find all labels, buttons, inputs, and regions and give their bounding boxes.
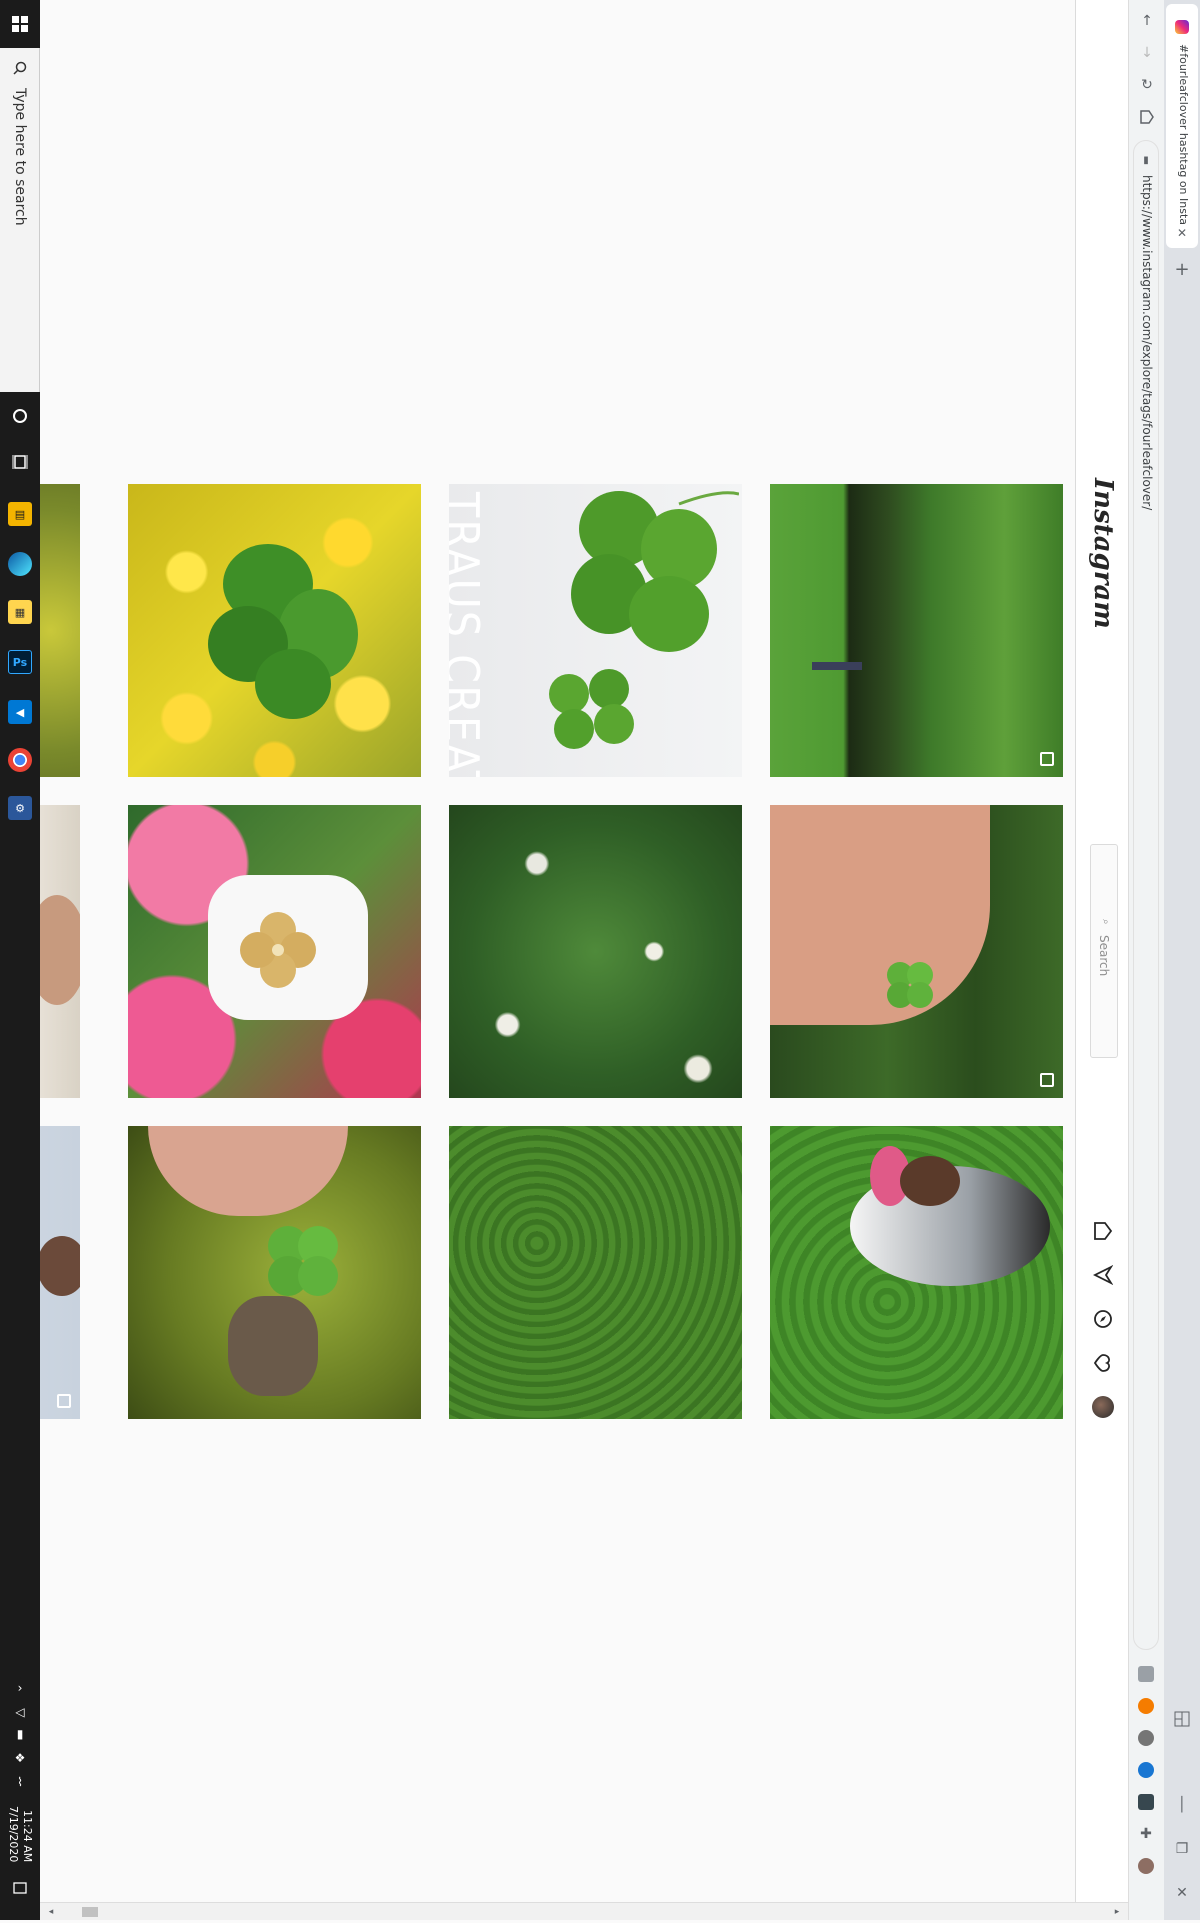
post-thumbnail[interactable] <box>40 484 80 777</box>
instagram-page: TRAUS CREATIVE <box>40 0 1075 1902</box>
back-arrow-icon[interactable]: ↑ <box>1136 10 1158 32</box>
tab-layout-icon[interactable] <box>1171 1708 1193 1730</box>
extension-g-icon[interactable] <box>1138 1666 1154 1682</box>
vscode-icon[interactable]: ◀ <box>8 700 32 724</box>
chrome-icon[interactable] <box>8 748 32 772</box>
search-placeholder: Search <box>1097 935 1111 977</box>
profile-avatar[interactable] <box>1092 1396 1114 1418</box>
chevron-up-icon[interactable]: › <box>8 1676 32 1700</box>
search-input[interactable]: ⌕ Search <box>1090 844 1118 1058</box>
extension-circle-icon[interactable] <box>1138 1730 1154 1746</box>
cortana-icon[interactable] <box>8 404 32 428</box>
post-thumbnail[interactable] <box>128 484 421 777</box>
notes-icon[interactable]: ▦ <box>8 600 32 624</box>
tab-title: #fourleafclover hashtag on Insta <box>1177 44 1190 226</box>
network-icon[interactable]: ⌇ <box>8 1770 32 1794</box>
post-thumbnail[interactable] <box>449 1126 742 1419</box>
edge-icon[interactable] <box>8 552 32 576</box>
home-icon[interactable] <box>1092 1220 1114 1242</box>
post-thumbnail[interactable] <box>770 484 1063 777</box>
post-thumbnail[interactable] <box>449 805 742 1098</box>
browser-toolbar: ↑ ↓ ↻ ▮ https://www.instagram.com/explor… <box>1128 0 1164 1920</box>
instagram-favicon <box>1171 16 1193 38</box>
watermark-text: TRAUS CREATIVE <box>449 492 489 777</box>
instagram-logo[interactable]: Instagram <box>1088 478 1118 629</box>
restore-icon[interactable]: ❐ <box>1171 1838 1193 1860</box>
dropbox-icon[interactable]: ❖ <box>8 1746 32 1770</box>
windows-start-icon[interactable] <box>8 12 32 36</box>
taskbar-clock-time[interactable]: 11:24 AM <box>21 1810 34 1862</box>
address-bar-url: https://www.instagram.com/explore/tags/f… <box>1140 175 1154 511</box>
forward-arrow-icon[interactable]: ↓ <box>1136 42 1158 64</box>
taskbar-search-placeholder: Type here to search <box>12 88 28 226</box>
search-icon <box>8 56 32 80</box>
file-explorer-icon[interactable]: ▤ <box>8 502 32 526</box>
close-tab-icon[interactable]: ✕ <box>1171 222 1193 244</box>
post-thumbnail[interactable]: TRAUS CREATIVE <box>449 484 742 777</box>
reload-icon[interactable]: ↻ <box>1136 74 1158 96</box>
browser-tab-strip: #fourleafclover hashtag on Insta ✕ + │ ❐… <box>1164 0 1200 1920</box>
post-thumbnail[interactable] <box>40 1126 80 1419</box>
photoshop-icon[interactable]: Ps <box>8 650 32 674</box>
post-thumbnail[interactable] <box>770 805 1063 1098</box>
heart-icon[interactable] <box>1092 1352 1114 1374</box>
post-thumbnail[interactable] <box>128 805 421 1098</box>
home-page-icon[interactable] <box>1136 106 1158 128</box>
minimize-icon[interactable]: │ <box>1171 1794 1193 1816</box>
multi-post-icon <box>57 1394 71 1408</box>
horizontal-scrollbar[interactable]: ◂ ▸ <box>40 1902 1128 1920</box>
browser-profile-avatar[interactable] <box>1138 1858 1154 1874</box>
volume-icon[interactable]: ◁ <box>8 1700 32 1724</box>
address-bar[interactable]: ▮ https://www.instagram.com/explore/tags… <box>1133 140 1159 1650</box>
taskbar-search-box[interactable]: Type here to search <box>0 48 40 392</box>
post-thumbnail[interactable] <box>40 805 80 1098</box>
instagram-nav-bar: Instagram ⌕ Search <box>1075 0 1128 1902</box>
direct-message-icon[interactable] <box>1092 1264 1114 1286</box>
extension-blue-icon[interactable] <box>1138 1762 1154 1778</box>
scrollbar-thumb[interactable] <box>82 1907 98 1917</box>
close-window-icon[interactable]: ✕ <box>1171 1882 1193 1904</box>
settings-app-icon[interactable]: ⚙ <box>8 796 32 820</box>
task-view-icon[interactable] <box>8 450 32 474</box>
explore-icon[interactable] <box>1092 1308 1114 1330</box>
multi-post-icon <box>1040 752 1054 766</box>
taskbar-clock-date[interactable]: 7/19/2020 <box>7 1806 20 1862</box>
windows-taskbar: Type here to search ▤ ▦ Ps ◀ ⚙ › ◁ ▮ ❖ ⌇… <box>0 0 40 1920</box>
post-thumbnail[interactable] <box>770 1126 1063 1419</box>
search-icon: ⌕ <box>1100 919 1111 925</box>
battery-icon[interactable]: ▮ <box>8 1722 32 1746</box>
extension-orange-icon[interactable] <box>1138 1698 1154 1714</box>
lock-icon: ▮ <box>1143 154 1149 166</box>
multi-post-icon <box>1040 1073 1054 1087</box>
extension-dark-icon[interactable] <box>1138 1794 1154 1810</box>
post-thumbnail[interactable] <box>128 1126 421 1419</box>
notification-icon[interactable] <box>8 1876 32 1900</box>
extensions-puzzle-icon[interactable]: ✚ <box>1138 1826 1154 1842</box>
browser-tab-active[interactable]: #fourleafclover hashtag on Insta ✕ <box>1166 4 1198 248</box>
new-tab-button[interactable]: + <box>1171 258 1193 280</box>
